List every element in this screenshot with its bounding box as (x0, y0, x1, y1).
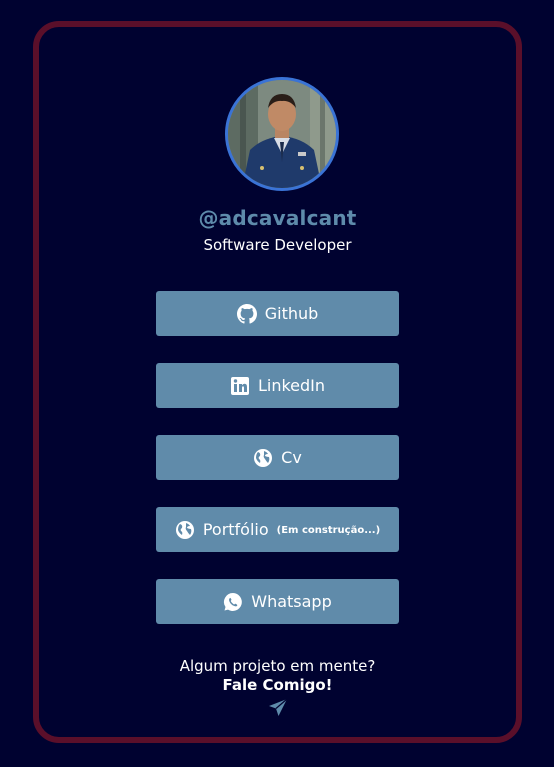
cv-label: Cv (281, 448, 302, 467)
profile-role: Software Developer (203, 236, 352, 254)
portfolio-button[interactable]: Portfólio (Em construção...) (156, 507, 399, 552)
linkedin-label: LinkedIn (257, 376, 326, 395)
globe-icon (175, 520, 195, 540)
globe-icon (253, 448, 273, 468)
profile-card: @adcavalcant Software Developer Github L… (33, 21, 522, 743)
contact-question: Algum projeto em mente? (179, 657, 376, 675)
portfolio-label: Portfólio (202, 520, 269, 539)
linkedin-button[interactable]: LinkedIn (156, 363, 399, 408)
cv-button[interactable]: Cv (156, 435, 399, 480)
link-list: Github LinkedIn Cv Portfólio (Em constru… (156, 291, 399, 651)
profile-handle: @adcavalcant (198, 206, 357, 230)
whatsapp-icon (223, 592, 243, 612)
whatsapp-label: Whatsapp (251, 592, 332, 611)
whatsapp-button[interactable]: Whatsapp (156, 579, 399, 624)
linkedin-icon (230, 376, 250, 396)
contact-cta[interactable]: Fale Comigo! (39, 675, 516, 695)
avatar (225, 77, 339, 191)
github-button[interactable]: Github (156, 291, 399, 336)
github-label: Github (264, 304, 319, 323)
avatar-photo (228, 80, 336, 188)
portfolio-note: (Em construção...) (276, 524, 381, 536)
contact-section: Algum projeto em mente? Fale Comigo! (39, 657, 516, 719)
github-icon (236, 303, 257, 324)
paper-plane-icon[interactable] (267, 697, 289, 719)
